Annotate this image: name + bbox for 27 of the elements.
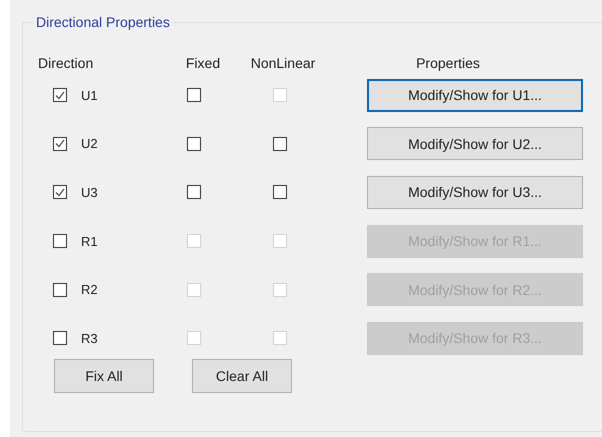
fixed-checkbox[interactable]	[187, 185, 201, 200]
column-header: Fixed	[186, 55, 220, 71]
direction-label: R3	[81, 330, 98, 346]
modify-button[interactable]: Modify/Show for U3...	[367, 176, 583, 209]
action-button[interactable]: Fix All	[54, 358, 154, 393]
column-header: NonLinear	[250, 55, 316, 71]
direction-checkbox[interactable]	[53, 136, 67, 151]
action-button[interactable]: Clear All	[192, 358, 292, 393]
column-header: Direction	[38, 55, 94, 71]
direction-label: U3	[81, 184, 98, 200]
group-title: Directional Properties	[33, 14, 173, 30]
modify-button[interactable]: Modify/Show for U1...	[367, 78, 583, 112]
direction-label: U2	[81, 136, 98, 152]
direction-label: R1	[81, 234, 98, 249]
direction-checkbox[interactable]	[53, 234, 67, 248]
direction-checkbox[interactable]	[53, 88, 67, 102]
fixed-checkbox[interactable]	[187, 88, 201, 102]
direction-checkbox[interactable]	[53, 282, 67, 297]
nonlinear-checkbox[interactable]	[273, 136, 287, 151]
modify-button[interactable]: Modify/Show for U2...	[367, 127, 583, 160]
fixed-checkbox[interactable]	[187, 136, 201, 151]
direction-checkbox[interactable]	[53, 331, 67, 346]
direction-label: U1	[81, 88, 98, 103]
direction-label: R2	[81, 282, 98, 298]
direction-checkbox[interactable]	[53, 185, 67, 200]
column-header: Properties	[416, 55, 480, 71]
nonlinear-checkbox[interactable]	[273, 185, 287, 200]
